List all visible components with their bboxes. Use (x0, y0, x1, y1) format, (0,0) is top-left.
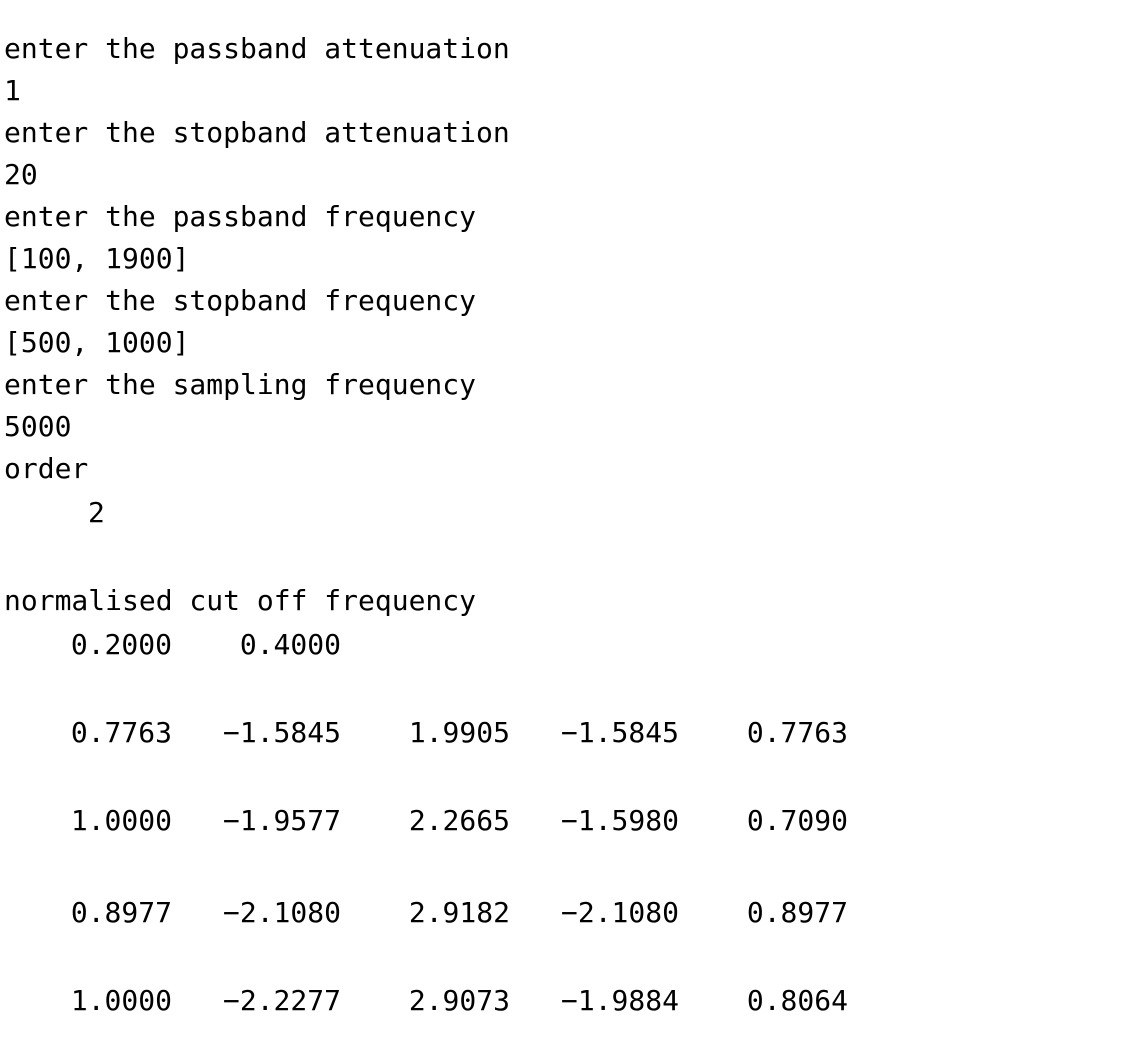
matrix-cell: 0.8977 (746, 896, 848, 929)
prompt-passband-attenuation: enter the passband attenuation (4, 32, 510, 65)
matrix-cell: −1.5845 (560, 716, 679, 749)
cutoff-label: normalised cut off frequency (4, 584, 477, 617)
value-passband-attenuation: 1 (4, 74, 21, 107)
matrix-cell: 0.7763 (746, 716, 848, 749)
matrix-cell: 0.7763 (70, 716, 172, 749)
cutoff-row: 0.2000 0.4000 (0, 629, 1136, 661)
matrix-row: 1.0000 −1.9577 2.2665 −1.5980 0.7090 (0, 805, 1136, 837)
cutoff-value: 0.2000 (70, 628, 172, 661)
console-output: enter the passband attenuation 1 enter t… (0, 0, 1136, 1052)
prompt-stopband-frequency: enter the stopband frequency (4, 284, 477, 317)
matrix-cell: −1.9577 (222, 804, 341, 837)
matrix-cell: −2.1080 (560, 896, 679, 929)
value-stopband-frequency: [500, 1000] (4, 326, 190, 359)
prompt-stopband-attenuation: enter the stopband attenuation (4, 116, 510, 149)
matrix-cell: 2.2665 (408, 804, 510, 837)
matrix-cell: −1.9884 (560, 984, 679, 1017)
matrix-cell: 1.0000 (70, 804, 172, 837)
matrix-cell: 0.8064 (746, 984, 848, 1017)
cutoff-value: 0.4000 (239, 628, 341, 661)
matrix-cell: 1.9905 (408, 716, 510, 749)
matrix-cell: −1.5980 (560, 804, 679, 837)
matrix-row: 0.8977 −2.1080 2.9182 −2.1080 0.8977 (0, 897, 1136, 929)
matrix-cell: −2.2277 (222, 984, 341, 1017)
matrix-cell: 2.9182 (408, 896, 510, 929)
order-label: order (4, 452, 89, 485)
matrix-cell: 0.8977 (70, 896, 172, 929)
value-sampling-frequency: 5000 (4, 410, 72, 443)
value-passband-frequency: [100, 1900] (4, 242, 190, 275)
prompt-sampling-frequency: enter the sampling frequency (4, 368, 477, 401)
matrix-cell: 2.9073 (408, 984, 510, 1017)
matrix-row: 0.7763 −1.5845 1.9905 −1.5845 0.7763 (0, 717, 1136, 749)
order-value: 2 (88, 496, 105, 529)
matrix-row: 1.0000 −2.2277 2.9073 −1.9884 0.8064 (0, 985, 1136, 1017)
matrix-cell: −2.1080 (222, 896, 341, 929)
prompt-passband-frequency: enter the passband frequency (4, 200, 477, 233)
matrix-cell: 1.0000 (70, 984, 172, 1017)
matrix-cell: −1.5845 (222, 716, 341, 749)
matrix-cell: 0.7090 (746, 804, 848, 837)
value-stopband-attenuation: 20 (4, 158, 38, 191)
